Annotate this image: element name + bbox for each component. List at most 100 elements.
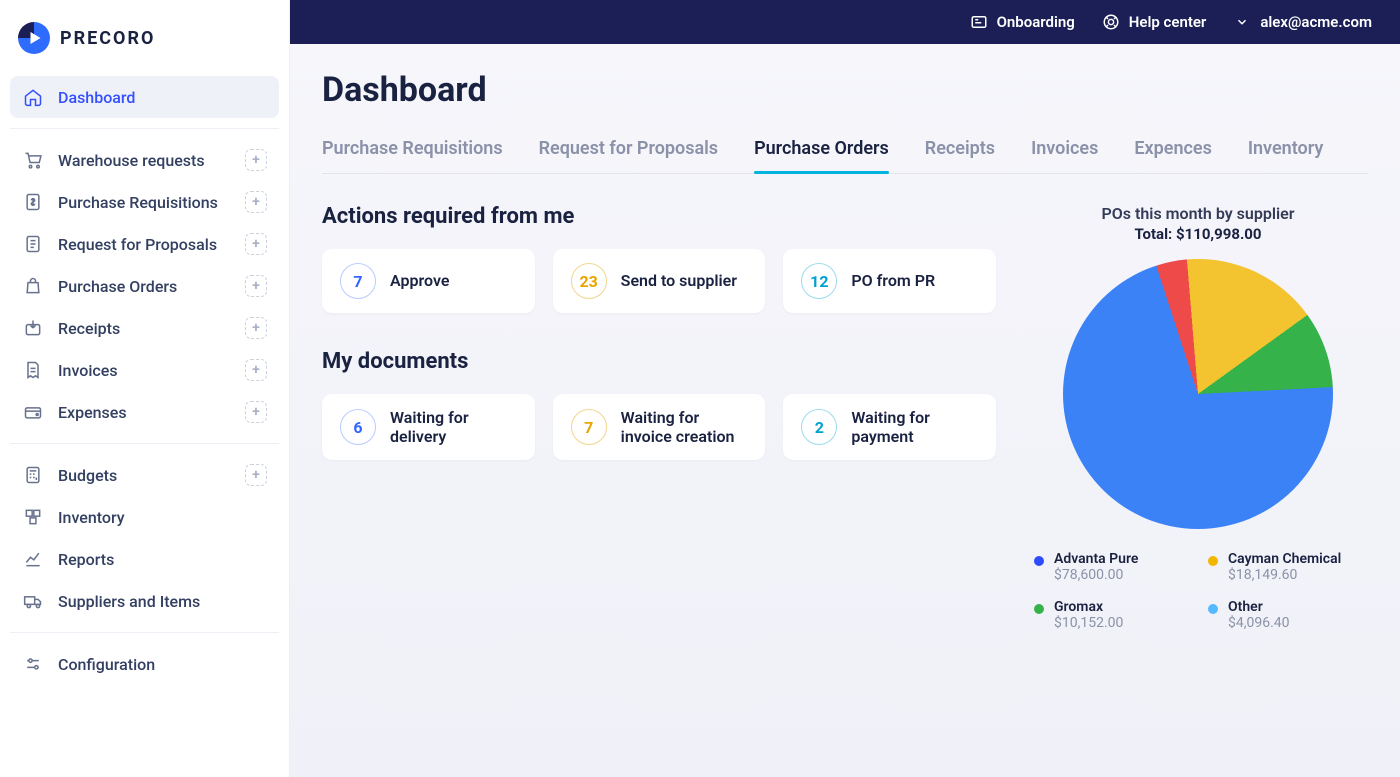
- wallet-icon: [22, 401, 44, 423]
- chart-total: Total: $110,998.00: [1028, 225, 1368, 243]
- add-budgets-button[interactable]: +: [245, 464, 267, 486]
- sidebar-item-wh-req[interactable]: Warehouse requests +: [10, 139, 279, 181]
- truck-icon: [22, 590, 44, 612]
- summary-card[interactable]: 12 PO from PR: [783, 249, 996, 313]
- legend-item: Other$4,096.40: [1208, 599, 1362, 631]
- calc-icon: [22, 464, 44, 486]
- sidebar-item-label: Receipts: [58, 319, 120, 338]
- legend-dot-icon: [1034, 604, 1044, 614]
- tab-invoices-tab[interactable]: Invoices: [1031, 138, 1098, 173]
- sidebar-item-config[interactable]: Configuration: [10, 643, 279, 685]
- summary-card[interactable]: 2 Waiting for payment: [783, 394, 996, 460]
- sidebar-item-reports[interactable]: Reports: [10, 538, 279, 580]
- legend-dot-icon: [1034, 556, 1044, 566]
- tab-po-tab[interactable]: Purchase Orders: [754, 138, 889, 173]
- add-pr-button[interactable]: +: [245, 191, 267, 213]
- onboarding-label: Onboarding: [997, 13, 1075, 31]
- card-label: Approve: [390, 271, 449, 290]
- sidebar-item-receipts[interactable]: Receipts +: [10, 307, 279, 349]
- summary-card[interactable]: 7 Waiting for invoice creation: [553, 394, 766, 460]
- add-wh-req-button[interactable]: +: [245, 149, 267, 171]
- add-invoices-button[interactable]: +: [245, 359, 267, 381]
- count-badge: 7: [340, 263, 376, 299]
- sidebar-item-dashboard[interactable]: Dashboard: [10, 76, 279, 118]
- user-menu[interactable]: alex@acme.com: [1232, 12, 1372, 32]
- sliders-icon: [22, 653, 44, 675]
- legend-item: Gromax$10,152.00: [1034, 599, 1188, 631]
- add-po-button[interactable]: +: [245, 275, 267, 297]
- chevron-down-icon: [1232, 12, 1252, 32]
- onboarding-icon: [969, 12, 989, 32]
- actions-required-row: 7 Approve 23Send to supplier 12 PO from PR: [322, 249, 996, 313]
- sidebar-item-label: Purchase Requisitions: [58, 193, 218, 212]
- count-badge: 6: [340, 409, 376, 445]
- tab-rfp-tab[interactable]: Request for Proposals: [539, 138, 718, 173]
- sidebar-item-inventory[interactable]: Inventory: [10, 496, 279, 538]
- sidebar-item-label: Reports: [58, 550, 114, 569]
- cart-icon: [22, 149, 44, 171]
- actions-required-title: Actions required from me: [322, 204, 996, 229]
- box-in-icon: [22, 317, 44, 339]
- sidebar-item-budgets[interactable]: Budgets +: [10, 454, 279, 496]
- legend-dot-icon: [1208, 604, 1218, 614]
- summary-card[interactable]: 6 Waiting for delivery: [322, 394, 535, 460]
- boxes-icon: [22, 506, 44, 528]
- brand-logo-icon: [18, 22, 50, 54]
- tab-receipts-tab[interactable]: Receipts: [925, 138, 995, 173]
- sidebar-item-pr[interactable]: Purchase Requisitions +: [10, 181, 279, 223]
- add-expenses-button[interactable]: +: [245, 401, 267, 423]
- help-center-link[interactable]: Help center: [1101, 12, 1207, 32]
- chart-icon: [22, 548, 44, 570]
- home-icon: [22, 86, 44, 108]
- legend-name: Gromax: [1054, 599, 1123, 615]
- count-badge: 7: [571, 409, 607, 445]
- add-receipts-button[interactable]: +: [245, 317, 267, 339]
- doc-money-icon: [22, 191, 44, 213]
- sidebar-item-label: Warehouse requests: [58, 151, 205, 170]
- card-label: Waiting for invoice creation: [621, 408, 748, 446]
- nav-divider: [10, 443, 279, 444]
- sidebar-item-expenses[interactable]: Expenses+: [10, 391, 279, 433]
- content: Dashboard Purchase Requisitions Request f…: [290, 44, 1400, 777]
- count-badge: 12: [801, 263, 837, 299]
- summary-card[interactable]: 23Send to supplier: [553, 249, 766, 313]
- sidebar-item-po[interactable]: Purchase Orders+: [10, 265, 279, 307]
- card-label: Send to supplier: [621, 271, 737, 290]
- sidebar-nav: DashboardWarehouse requests+Purchase Req…: [0, 76, 289, 685]
- my-documents-title: My documents: [322, 349, 996, 374]
- count-badge: 2: [801, 409, 837, 445]
- sidebar-item-label: Budgets: [58, 466, 117, 485]
- pie-chart-graphic: [1063, 259, 1333, 529]
- nav-divider: [10, 128, 279, 129]
- legend-item: Cayman Chemical$18,149.60: [1208, 551, 1362, 583]
- legend-name: Advanta Pure: [1054, 551, 1138, 567]
- sidebar-item-label: Inventory: [58, 508, 125, 527]
- legend-value: $10,152.00: [1054, 615, 1123, 631]
- card-label: Waiting for payment: [851, 408, 978, 446]
- brand-name: PRECORO: [60, 28, 155, 49]
- sidebar-item-invoices[interactable]: Invoices +: [10, 349, 279, 391]
- supplier-pie-chart: POs this month by supplier Total: $110,9…: [1028, 204, 1368, 631]
- card-label: Waiting for delivery: [390, 408, 517, 446]
- help-label: Help center: [1129, 13, 1207, 31]
- tab-expenses-tab[interactable]: Expences: [1134, 138, 1211, 173]
- onboarding-link[interactable]: Onboarding: [969, 12, 1075, 32]
- sidebar-item-rfp[interactable]: Request for Proposals +: [10, 223, 279, 265]
- sidebar-item-label: Request for Proposals: [58, 235, 217, 254]
- add-rfp-button[interactable]: +: [245, 233, 267, 255]
- summary-card[interactable]: 7 Approve: [322, 249, 535, 313]
- sidebar-item-suppliers[interactable]: Suppliers and Items: [10, 580, 279, 622]
- card-label: PO from PR: [851, 271, 935, 290]
- sidebar-item-label: Suppliers and Items: [58, 592, 200, 611]
- sidebar-item-label: Dashboard: [58, 88, 135, 107]
- legend-name: Cayman Chemical: [1228, 551, 1341, 567]
- tab-pr-tab[interactable]: Purchase Requisitions: [322, 138, 503, 173]
- page-title: Dashboard: [322, 70, 1368, 110]
- tabs: Purchase Requisitions Request for Proposa…: [322, 138, 1368, 174]
- tab-inventory-tab[interactable]: Inventory: [1248, 138, 1323, 173]
- brand-logo[interactable]: PRECORO: [0, 0, 289, 76]
- doc-list-icon: [22, 233, 44, 255]
- legend-item: Advanta Pure$78,600.00: [1034, 551, 1188, 583]
- sidebar-item-label: Invoices: [58, 361, 118, 380]
- chart-legend: Advanta Pure$78,600.00 Cayman Chemical$18…: [1028, 551, 1368, 631]
